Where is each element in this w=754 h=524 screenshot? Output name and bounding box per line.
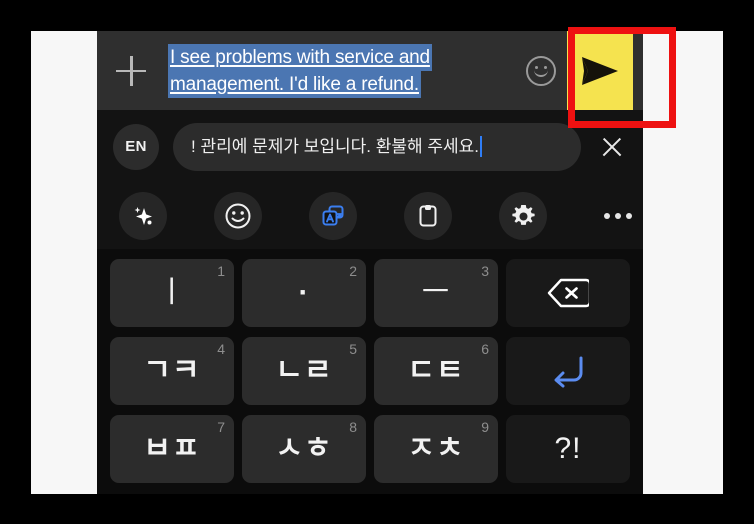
emoji-button[interactable] — [515, 31, 567, 110]
clipboard-icon — [419, 205, 437, 227]
translate-source-text: ! 관리에 문제가 보입니다. 환불해 주세요. — [191, 136, 480, 156]
message-line-2: management. I'd like a refund. — [168, 70, 421, 98]
emoji-icon — [225, 203, 251, 229]
message-line-1: I see problems with service and — [168, 43, 432, 71]
translate-bar: EN ! 관리에 문제가 보입니다. 환불해 주세요. — [97, 110, 643, 183]
keyboard-app-panel: I see problems with service and manageme… — [97, 31, 643, 494]
key-enter[interactable] — [506, 337, 630, 405]
cheonjiin-keyboard: ㅣ 1 · 2 ㅡ 3 ㄱㅋ 4 ㄴㄹ 5 ㄷㅌ 6 ㅂㅍ 7 ㅅㅎ 8 ㅈㅊ … — [97, 249, 643, 494]
key-punctuation[interactable]: ?! — [506, 415, 630, 483]
key-backspace[interactable] — [506, 259, 630, 327]
enter-icon — [554, 356, 583, 388]
translate-input[interactable]: ! 관리에 문제가 보입니다. 환불해 주세요. — [173, 122, 581, 171]
plus-icon — [116, 55, 146, 86]
translate-icon — [322, 205, 344, 226]
ai-sparkle-icon — [134, 207, 152, 225]
close-translate-button[interactable] — [581, 110, 643, 183]
keyboard-toolbar — [97, 183, 643, 249]
keyboard-row-2: ㄱㅋ 4 ㄴㄹ 5 ㄷㅌ 6 — [106, 332, 634, 410]
key-siot-hieut[interactable]: ㅅㅎ 8 — [242, 415, 366, 483]
language-badge[interactable]: EN — [113, 123, 159, 170]
key-digeut-tieut[interactable]: ㄷㅌ 6 — [374, 337, 498, 405]
backspace-icon — [547, 278, 589, 308]
message-input[interactable]: I see problems with service and manageme… — [165, 31, 515, 110]
ai-sparkle-button[interactable] — [119, 192, 167, 240]
key-dot[interactable]: · 2 — [242, 259, 366, 327]
key-bieup-pieup[interactable]: ㅂㅍ 7 — [110, 415, 234, 483]
clipboard-button[interactable] — [404, 192, 452, 240]
key-nieun-rieul[interactable]: ㄴㄹ 5 — [242, 337, 366, 405]
smiley-icon — [526, 55, 556, 86]
emoji-toolbar-button[interactable] — [214, 192, 262, 240]
text-cursor — [480, 136, 483, 157]
key-giyeok-kieuk[interactable]: ㄱㅋ 4 — [110, 337, 234, 405]
keyboard-row-3: ㅂㅍ 7 ㅅㅎ 8 ㅈㅊ 9 ?! — [106, 410, 634, 488]
key-i[interactable]: ㅣ 1 — [110, 259, 234, 327]
add-attachment-button[interactable] — [97, 31, 165, 110]
send-icon — [582, 56, 618, 85]
key-jieut-chieut[interactable]: ㅈㅊ 9 — [374, 415, 498, 483]
send-button[interactable] — [567, 31, 633, 110]
compose-bar: I see problems with service and manageme… — [97, 31, 643, 110]
screenshot-stage: I see problems with service and manageme… — [0, 0, 754, 524]
more-options-button[interactable] — [594, 192, 642, 240]
settings-gear-icon — [511, 204, 535, 225]
close-icon — [600, 135, 624, 159]
more-options-icon — [604, 213, 632, 219]
settings-button[interactable] — [499, 192, 547, 240]
key-eu[interactable]: ㅡ 3 — [374, 259, 498, 327]
translate-toolbar-button[interactable] — [309, 192, 357, 240]
keyboard-row-1: ㅣ 1 · 2 ㅡ 3 — [106, 254, 634, 332]
